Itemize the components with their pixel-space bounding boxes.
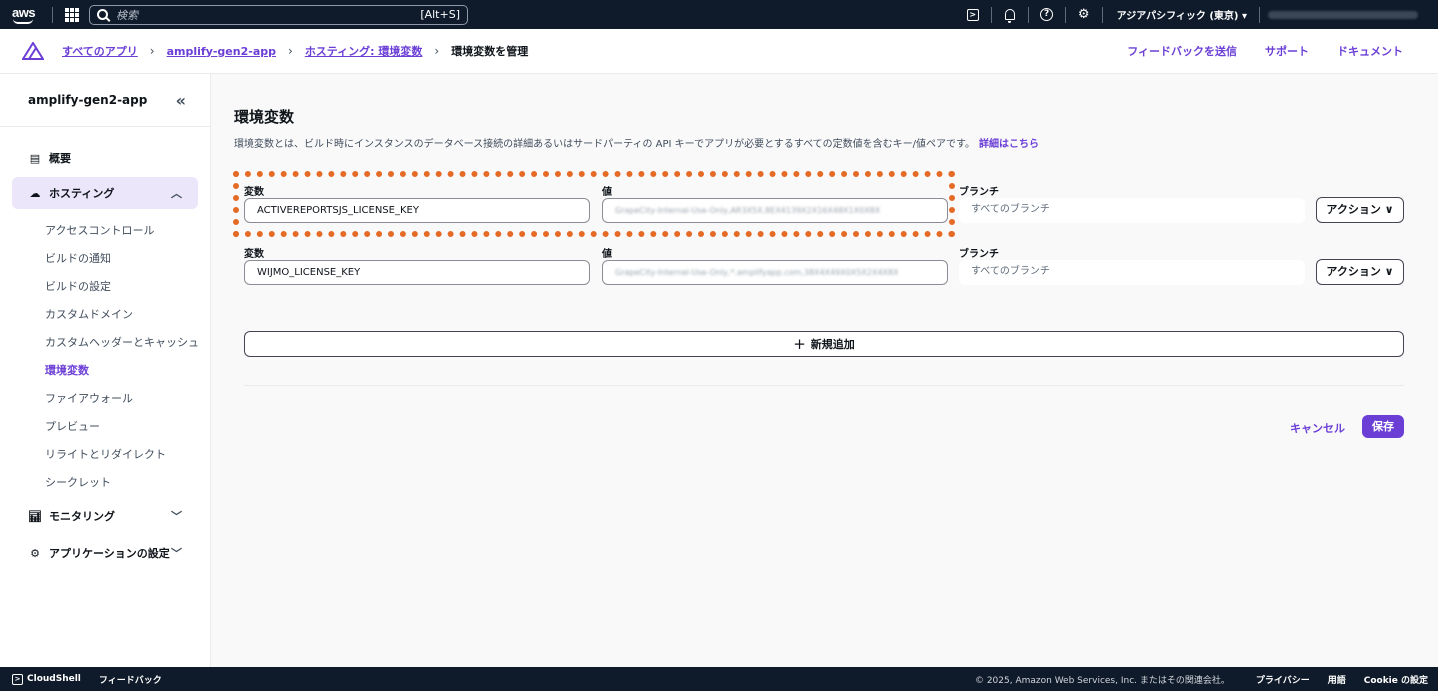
breadcrumb-hosting[interactable]: ホスティング: 環境変数 — [305, 43, 423, 59]
sidebar-item-hosting[interactable]: ☁ ホスティング ︿ — [12, 177, 198, 209]
branch-label: ブランチ — [959, 249, 999, 260]
env-var-row: 変数 ACTIVEREPORTSJS_LICENSE_KEY 値 GrapeCi… — [244, 183, 1404, 225]
cloud-icon: ☁ — [29, 186, 41, 200]
sidebar-sub-build-settings[interactable]: ビルドの設定 — [0, 273, 210, 301]
breadcrumb-bar: すべてのアプリ › amplify-gen2-app › ホスティング: 環境変… — [0, 29, 1438, 74]
env-var-row: 変数 WIJMO_LICENSE_KEY 値 GrapeCity-Interna… — [244, 245, 1404, 287]
breadcrumb-app[interactable]: amplify-gen2-app — [167, 45, 276, 58]
privacy-link[interactable]: プライバシー — [1256, 673, 1310, 686]
main-content: 環境変数 環境変数とは、ビルド時にインスタンスのデータベース接続の詳細あるいはサ… — [212, 74, 1438, 667]
help-icon[interactable]: ? — [1031, 0, 1063, 29]
chart-icon: 📊︎ — [28, 509, 42, 523]
docs-link[interactable]: ドキュメント — [1337, 43, 1403, 59]
sidebar-item-monitoring[interactable]: 📊︎ モニタリング ﹀ — [0, 500, 210, 532]
chevron-up-icon: ︿ — [171, 187, 182, 200]
value-input[interactable]: GrapeCity-Internal-Use-Only,AR3X5X,8EX41… — [602, 198, 948, 223]
value-label: 値 — [602, 187, 612, 198]
sidebar-title: amplify-gen2-app — [28, 93, 148, 107]
sidebar-sub-env-vars[interactable]: 環境変数 — [0, 357, 210, 385]
cloudshell-icon: > — [12, 673, 23, 685]
value-input[interactable]: GrapeCity-Internal-Use-Only,*.amplifyapp… — [602, 260, 948, 285]
chevron-down-icon: ﹀ — [171, 547, 182, 560]
services-grid-icon[interactable] — [65, 7, 79, 22]
plus-icon: + — [793, 335, 806, 353]
value-label: 値 — [602, 249, 612, 260]
breadcrumb-all-apps[interactable]: すべてのアプリ — [62, 43, 138, 59]
variable-input[interactable]: ACTIVEREPORTSJS_LICENSE_KEY — [244, 198, 590, 223]
bell-icon[interactable] — [994, 0, 1026, 29]
sidebar: amplify-gen2-app « ▤ 概要 ☁ ホスティング ︿ アクセスコ… — [0, 74, 211, 667]
variable-input[interactable]: WIJMO_LICENSE_KEY — [244, 260, 590, 285]
search-input[interactable]: 検索 [Alt+S] — [89, 4, 468, 25]
sidebar-item-app-settings[interactable]: ⚙ アプリケーションの設定 ﹀ — [0, 537, 210, 569]
support-link[interactable]: サポート — [1265, 43, 1309, 59]
sidebar-sub-rewrites[interactable]: リライトとリダイレクト — [0, 441, 210, 469]
variable-label: 変数 — [244, 249, 264, 260]
search-icon — [97, 9, 108, 20]
search-placeholder: 検索 — [116, 8, 138, 22]
chevron-down-icon: ﹀ — [171, 510, 182, 523]
branch-select[interactable]: すべてのブランチ — [959, 198, 1305, 223]
cancel-button[interactable]: キャンセル — [1290, 420, 1345, 436]
top-nav: aws 検索 [Alt+S] > ? ⚙ アジアパシフィック (東京) ▾ — [0, 0, 1438, 29]
chevron-right-icon: › — [149, 44, 155, 58]
sidebar-item-overview[interactable]: ▤ 概要 — [0, 142, 210, 174]
sidebar-sub-previews[interactable]: プレビュー — [0, 413, 210, 441]
footer-feedback-link[interactable]: フィードバック — [99, 673, 162, 686]
aws-logo[interactable]: aws — [12, 5, 42, 25]
branch-select[interactable]: すべてのブランチ — [959, 260, 1305, 285]
add-new-button[interactable]: + 新規追加 — [244, 331, 1404, 357]
sidebar-sub-build-notifications[interactable]: ビルドの通知 — [0, 245, 210, 273]
breadcrumb-current: 環境変数を管理 — [451, 45, 529, 58]
sidebar-sub-firewall[interactable]: ファイアウォール — [0, 385, 210, 413]
footer: > CloudShell フィードバック © 2025, Amazon Web … — [0, 667, 1438, 691]
document-icon: ▤ — [29, 151, 41, 165]
cloudshell-button[interactable]: > CloudShell — [12, 673, 81, 685]
amplify-logo-icon[interactable] — [22, 42, 44, 60]
divider — [244, 385, 1404, 386]
search-shortcut: [Alt+S] — [420, 8, 460, 21]
cookie-settings-link[interactable]: Cookie の設定 — [1364, 673, 1428, 686]
sidebar-sub-access-control[interactable]: アクセスコントロール — [0, 217, 210, 245]
terms-link[interactable]: 用語 — [1328, 673, 1346, 686]
account-menu[interactable] — [1268, 10, 1418, 19]
chevron-right-icon: › — [288, 44, 293, 58]
chevron-right-icon: › — [434, 44, 440, 58]
feedback-link[interactable]: フィードバックを送信 — [1127, 43, 1237, 59]
settings-icon: ⚙ — [30, 546, 40, 560]
variable-label: 変数 — [244, 187, 264, 198]
collapse-sidebar-icon[interactable]: « — [176, 91, 186, 110]
save-button[interactable]: 保存 — [1362, 415, 1404, 438]
page-title: 環境変数 — [234, 108, 295, 126]
sidebar-sub-custom-domains[interactable]: カスタムドメイン — [0, 301, 210, 329]
learn-more-link[interactable]: 詳細はこちら — [979, 139, 1039, 150]
actions-button[interactable]: アクション ∨ — [1316, 259, 1404, 285]
region-selector[interactable]: アジアパシフィック (東京) ▾ — [1105, 7, 1259, 22]
actions-button[interactable]: アクション ∨ — [1316, 197, 1404, 223]
cloudshell-icon[interactable]: > — [957, 0, 989, 29]
gear-icon[interactable]: ⚙ — [1068, 0, 1100, 29]
aws-logo-text: aws — [12, 4, 36, 20]
branch-label: ブランチ — [959, 187, 999, 198]
sidebar-sub-secrets[interactable]: シークレット — [0, 469, 210, 497]
page-description: 環境変数とは、ビルド時にインスタンスのデータベース接続の詳細あるいはサードパーテ… — [234, 139, 1040, 150]
sidebar-sub-custom-headers[interactable]: カスタムヘッダーとキャッシュ — [0, 329, 210, 357]
copyright: © 2025, Amazon Web Services, Inc. またはその関… — [974, 675, 1230, 686]
